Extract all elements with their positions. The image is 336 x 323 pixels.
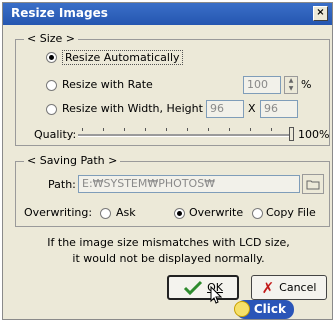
quality-slider[interactable] (78, 126, 294, 142)
slider-track (78, 134, 294, 137)
slider-tick (250, 128, 251, 131)
label-resize-wh[interactable]: Resize with Width, Height (62, 102, 203, 115)
times-label: X (248, 102, 256, 115)
saving-path-legend: < Saving Path > (24, 154, 121, 167)
saving-path-group: < Saving Path > Path: E:₩SYSTEM₩PHOTOS₩ … (15, 154, 330, 227)
size-group: < Size > Resize Automatically Resize wit… (15, 32, 330, 146)
folder-icon (306, 180, 320, 190)
cancel-button[interactable]: ✗ Cancel (251, 275, 327, 300)
radio-resize-rate[interactable] (46, 80, 57, 91)
slider-tick (271, 128, 272, 131)
mouse-cursor-icon (210, 286, 222, 304)
overwriting-label: Overwriting: (24, 206, 93, 219)
label-resize-auto[interactable]: Resize Automatically (62, 50, 183, 65)
warning-line-1: If the image size mismatches with LCD si… (47, 236, 290, 249)
rate-spinner[interactable]: ▲ ▼ (284, 76, 298, 94)
label-copy-file[interactable]: Copy File (266, 206, 316, 219)
quality-value: 100% (298, 128, 330, 141)
radio-overwrite[interactable] (174, 208, 185, 219)
path-label: Path: (48, 178, 76, 191)
spin-up-icon[interactable]: ▲ (285, 77, 297, 85)
radio-resize-auto[interactable] (46, 52, 57, 63)
slider-tick (103, 128, 104, 131)
dialog-title: Resize Images (11, 6, 108, 20)
size-group-legend: < Size > (24, 32, 79, 45)
rate-unit: % (301, 78, 312, 91)
checkmark-icon (184, 280, 203, 295)
label-resize-rate[interactable]: Resize with Rate (62, 78, 153, 91)
height-input[interactable]: 96 (260, 100, 298, 118)
ok-button[interactable]: OK (167, 275, 239, 300)
path-input[interactable]: E:₩SYSTEM₩PHOTOS₩ (78, 175, 300, 193)
label-ask[interactable]: Ask (116, 206, 136, 219)
spin-down-icon[interactable]: ▼ (285, 85, 297, 93)
slider-tick (124, 128, 125, 131)
slider-thumb[interactable] (289, 127, 294, 141)
cancel-button-label: Cancel (279, 281, 317, 294)
label-overwrite[interactable]: Overwrite (189, 206, 243, 219)
resize-images-dialog: Resize Images × < Size > Resize Automati… (2, 2, 333, 320)
rate-input[interactable]: 100 (243, 76, 281, 94)
slider-tick (187, 128, 188, 131)
slider-tick (208, 128, 209, 131)
quality-label: Quality: (34, 128, 77, 141)
slider-tick (229, 128, 230, 131)
title-bar: Resize Images × (3, 3, 332, 25)
radio-resize-wh[interactable] (46, 104, 57, 115)
radio-ask[interactable] (100, 208, 111, 219)
slider-tick (145, 128, 146, 131)
slider-tick (166, 128, 167, 131)
browse-button[interactable] (302, 174, 324, 194)
radio-copy-file[interactable] (252, 208, 263, 219)
slider-tick (82, 128, 83, 131)
width-input[interactable]: 96 (206, 100, 244, 118)
cursor-click-icon (234, 301, 250, 317)
warning-line-2: it would not be displayed normally. (72, 252, 265, 265)
close-button[interactable]: × (313, 6, 328, 21)
x-icon: ✗ (261, 278, 275, 297)
